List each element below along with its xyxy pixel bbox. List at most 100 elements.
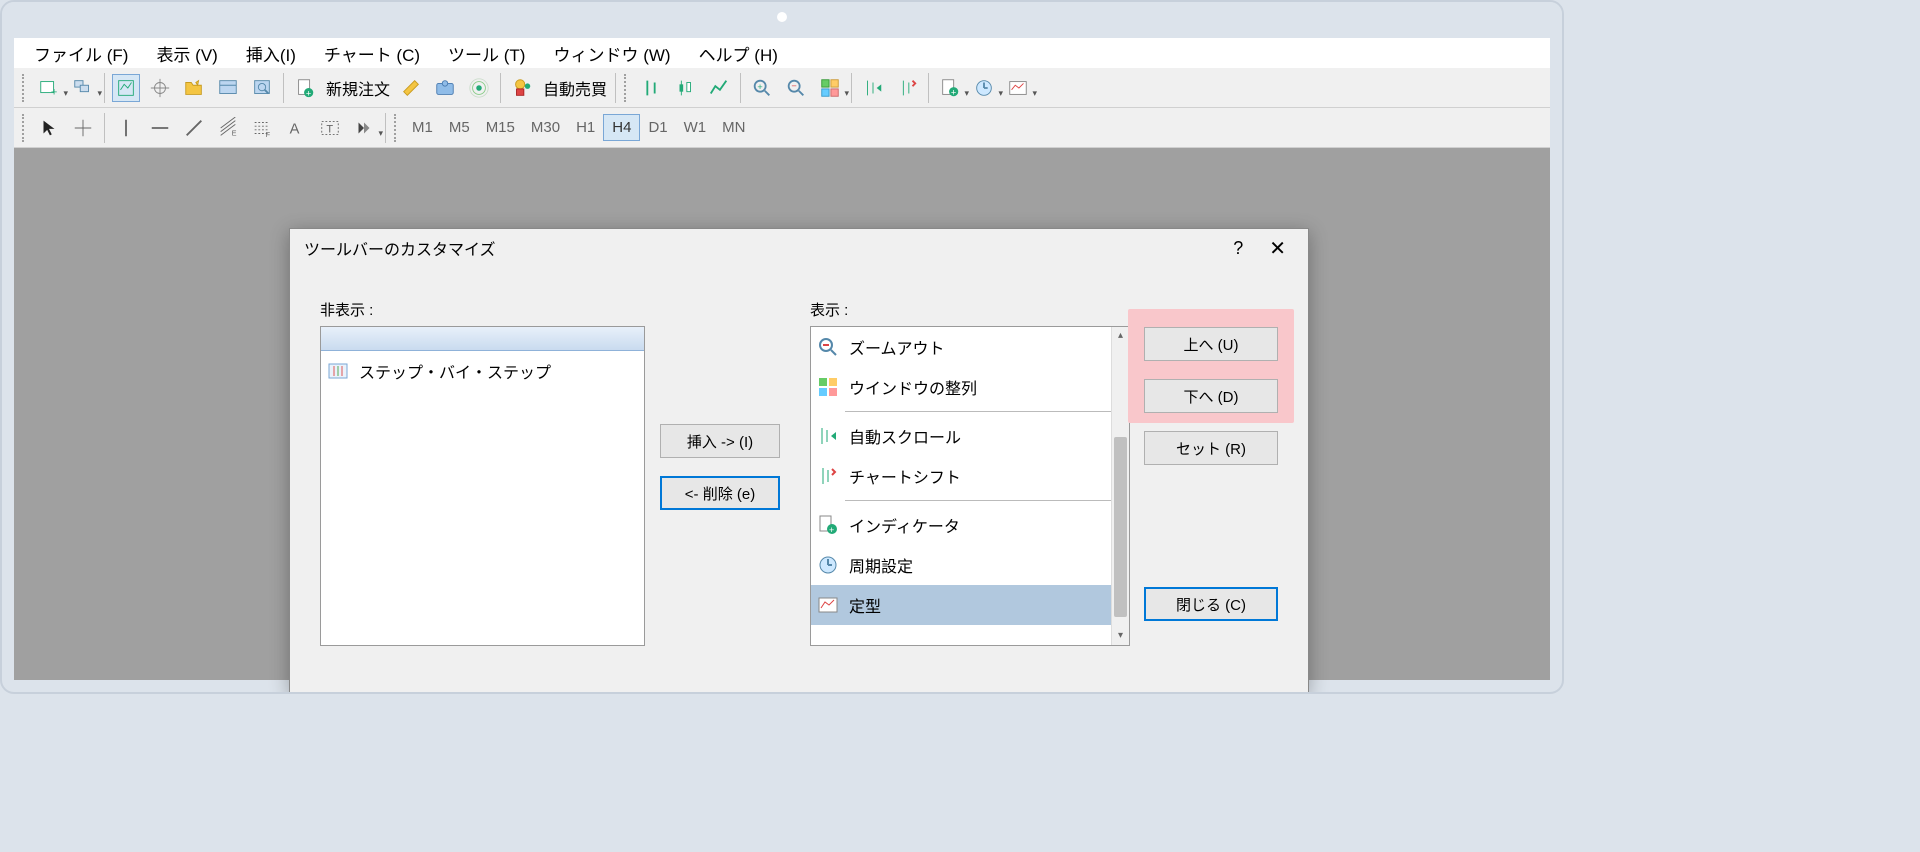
vertical-line-icon[interactable]	[112, 114, 140, 142]
menu-view[interactable]: 表示 (V)	[142, 41, 231, 66]
shown-list-scrollbar[interactable]: ▴ ▾	[1111, 327, 1129, 645]
timeframe-h4[interactable]: H4	[603, 114, 640, 141]
dialog-help-button[interactable]: ?	[1215, 238, 1261, 259]
line-chart-icon[interactable]	[705, 74, 733, 102]
delete-button[interactable]: <- 削除 (e)	[660, 476, 780, 510]
bar-chart-icon[interactable]	[637, 74, 665, 102]
svg-text:T: T	[326, 123, 333, 135]
equidistant-channel-icon[interactable]: E	[214, 114, 242, 142]
market-watch-icon[interactable]	[112, 74, 140, 102]
shown-listbox[interactable]: ズームアウト ウインドウの整列 自動スクロール	[810, 326, 1130, 646]
separator	[500, 73, 501, 103]
shown-item-label: ウインドウの整列	[849, 375, 977, 399]
insert-button[interactable]: 挿入 -> (I)	[660, 424, 780, 458]
hidden-listbox[interactable]: ステップ・バイ・ステップ	[320, 326, 645, 646]
timeframe-w1[interactable]: W1	[676, 115, 715, 140]
text-label-icon[interactable]: T	[316, 114, 344, 142]
zoom-out-icon[interactable]: −	[782, 74, 810, 102]
new-chart-icon[interactable]: +	[35, 74, 63, 102]
move-up-button[interactable]: 上へ (U)	[1144, 327, 1278, 361]
crosshair-icon[interactable]	[69, 114, 97, 142]
shown-item-templates[interactable]: 定型	[811, 585, 1129, 625]
navigator-icon[interactable]	[180, 74, 208, 102]
timeframe-m5[interactable]: M5	[441, 115, 478, 140]
shown-item-tile[interactable]: ウインドウの整列	[811, 367, 1129, 407]
candlestick-icon[interactable]	[671, 74, 699, 102]
metaeditor-icon[interactable]	[397, 74, 425, 102]
new-order-label[interactable]: 新規注文	[322, 76, 394, 100]
horizontal-line-icon[interactable]	[146, 114, 174, 142]
menu-chart[interactable]: チャート (C)	[310, 41, 434, 66]
trendline-icon[interactable]	[180, 114, 208, 142]
timeframe-h1[interactable]: H1	[568, 115, 603, 140]
signals-icon[interactable]	[465, 74, 493, 102]
data-window-icon[interactable]	[146, 74, 174, 102]
profiles-icon[interactable]	[69, 74, 97, 102]
menu-window[interactable]: ウィンドウ (W)	[539, 41, 684, 66]
terminal-icon[interactable]	[214, 74, 242, 102]
shown-item-autoscroll[interactable]: 自動スクロール	[811, 416, 1129, 456]
auto-trade-label[interactable]: 自動売買	[539, 76, 611, 100]
chart-shift-icon[interactable]	[893, 74, 921, 102]
zoom-in-icon[interactable]: +	[748, 74, 776, 102]
shown-item-zoomout[interactable]: ズームアウト	[811, 327, 1129, 367]
tile-windows-icon	[817, 376, 839, 398]
titlebar	[2, 2, 1562, 30]
text-icon[interactable]: A	[282, 114, 310, 142]
shown-item-chartshift[interactable]: チャートシフト	[811, 456, 1129, 496]
menubar: ファイル (F) 表示 (V) 挿入(I) チャート (C) ツール (T) ウ…	[14, 38, 1550, 68]
hidden-label: 非表示 :	[320, 299, 645, 320]
move-down-button[interactable]: 下へ (D)	[1144, 379, 1278, 413]
scroll-thumb[interactable]	[1114, 437, 1127, 617]
reset-button[interactable]: セット (R)	[1144, 431, 1278, 465]
auto-scroll-icon	[817, 425, 839, 447]
grip[interactable]	[22, 114, 28, 142]
timeframe-m30[interactable]: M30	[523, 115, 568, 140]
shown-item-periodicity[interactable]: 周期設定	[811, 545, 1129, 585]
grip[interactable]	[394, 114, 400, 142]
middle-buttons: 挿入 -> (I) <- 削除 (e)	[660, 424, 780, 528]
indicators-icon[interactable]: +	[936, 74, 964, 102]
options-icon[interactable]	[431, 74, 459, 102]
menu-tool[interactable]: ツール (T)	[434, 41, 539, 66]
separator	[740, 73, 741, 103]
shown-item-indicators[interactable]: + インディケータ	[811, 505, 1129, 545]
hidden-item[interactable]: ステップ・バイ・ステップ	[321, 351, 644, 391]
dialog-titlebar[interactable]: ツールバーのカスタマイズ ? ✕	[290, 229, 1308, 267]
chart-shift-icon	[817, 465, 839, 487]
dialog-close-button[interactable]: ✕	[1261, 236, 1294, 261]
timeframe-mn[interactable]: MN	[714, 115, 753, 140]
toolbar-2: E F A T M1 M5 M15 M30 H1 H4 D1 W1 MN	[14, 108, 1550, 148]
timeframe-m1[interactable]: M1	[404, 115, 441, 140]
auto-trading-icon[interactable]	[508, 74, 536, 102]
close-button[interactable]: 閉じる (C)	[1144, 587, 1278, 621]
fibonacci-icon[interactable]: F	[248, 114, 276, 142]
separator	[283, 73, 284, 103]
svg-text:+: +	[829, 525, 834, 535]
arrows-icon[interactable]	[350, 114, 378, 142]
scroll-up-icon[interactable]: ▴	[1112, 327, 1129, 345]
step-by-step-icon	[327, 360, 349, 382]
timeframe-m15[interactable]: M15	[478, 115, 523, 140]
shown-item-label: インディケータ	[849, 513, 960, 537]
strategy-tester-icon[interactable]	[248, 74, 276, 102]
cursor-icon[interactable]	[35, 114, 63, 142]
customize-toolbar-dialog: ツールバーのカスタマイズ ? ✕ 非表示 : ステップ・バイ・ステップ	[289, 228, 1309, 693]
separator	[615, 73, 616, 103]
grip[interactable]	[624, 74, 630, 102]
toolbar-1: + + 新規注文 自動売買 + −	[14, 68, 1550, 108]
timeframe-d1[interactable]: D1	[640, 115, 675, 140]
periodicity-icon[interactable]	[970, 74, 998, 102]
tile-windows-icon[interactable]	[816, 74, 844, 102]
templates-icon[interactable]	[1004, 74, 1032, 102]
menu-insert[interactable]: 挿入(I)	[232, 41, 310, 66]
menu-file[interactable]: ファイル (F)	[20, 41, 142, 66]
periodicity-icon	[817, 554, 839, 576]
grip[interactable]	[22, 74, 28, 102]
svg-text:+: +	[951, 87, 956, 97]
svg-text:A: A	[290, 121, 300, 137]
menu-help[interactable]: ヘルプ (H)	[685, 41, 792, 66]
scroll-down-icon[interactable]: ▾	[1112, 627, 1129, 645]
auto-scroll-icon[interactable]	[859, 74, 887, 102]
new-order-doc-icon[interactable]: +	[291, 74, 319, 102]
